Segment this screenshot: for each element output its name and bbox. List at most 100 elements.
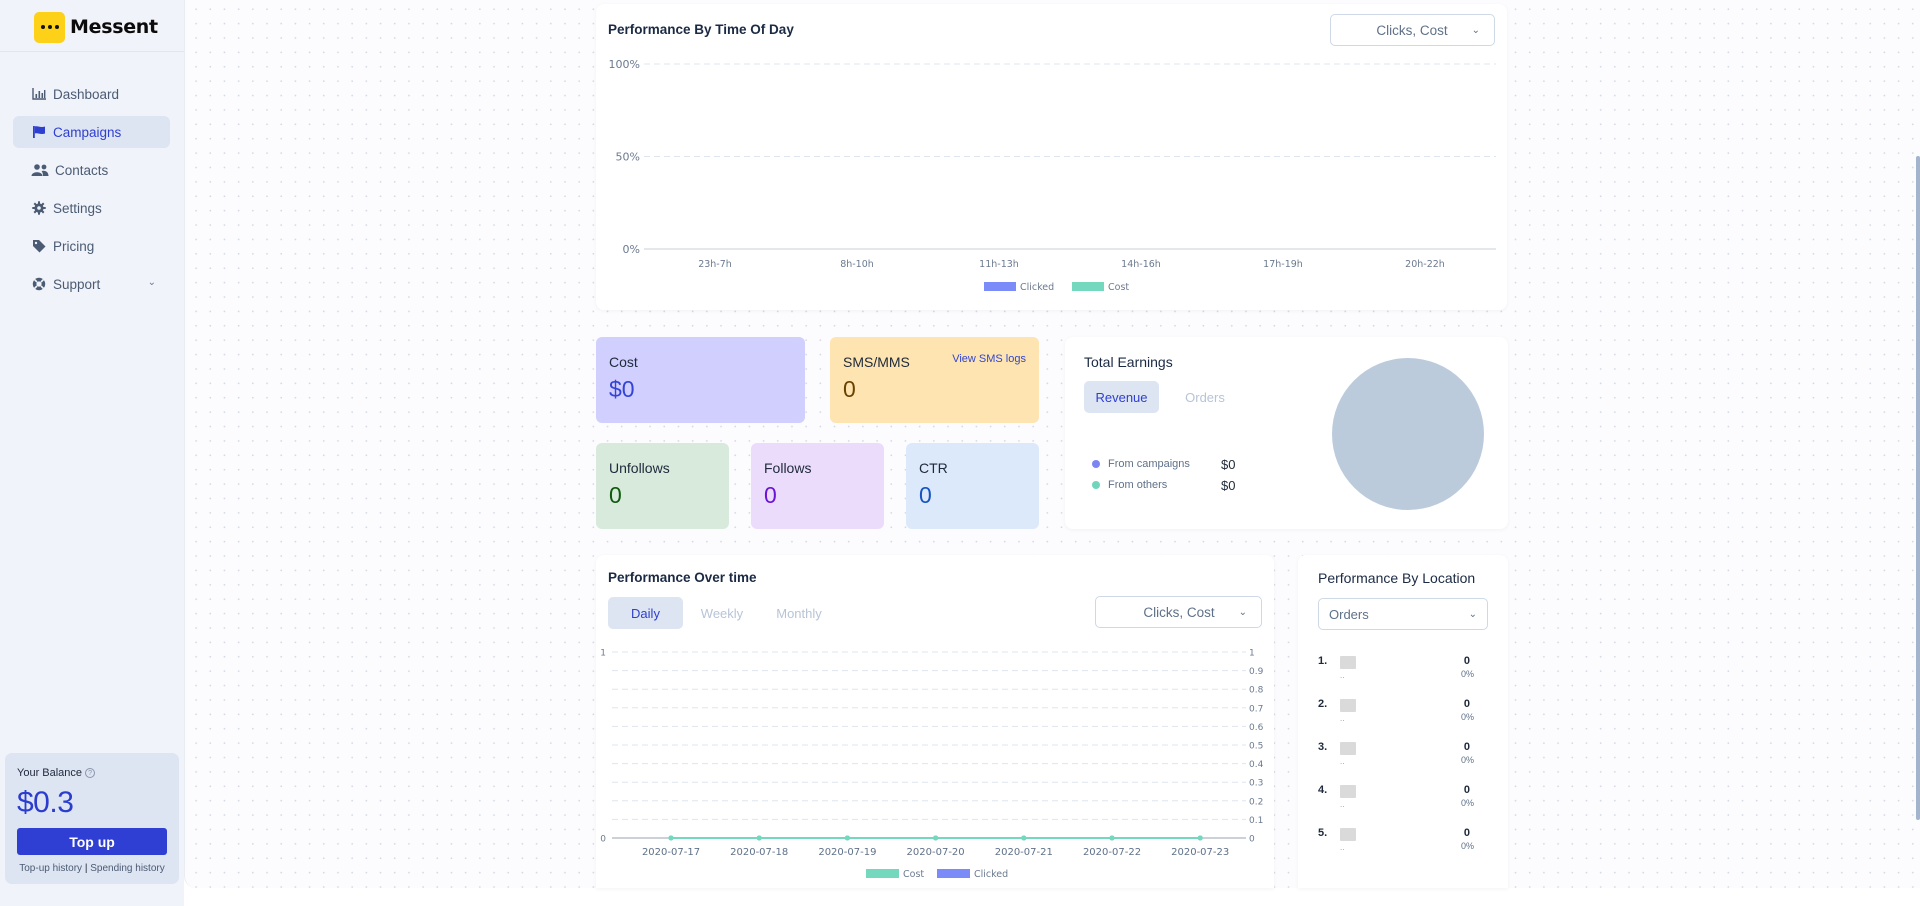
location-metric-select[interactable]: Orders ⌄	[1318, 598, 1488, 630]
legend-label: Cost	[1108, 282, 1129, 293]
data-point	[668, 835, 674, 841]
data-point	[1197, 835, 1203, 841]
ctr-value: 0	[919, 482, 932, 508]
top-up-button[interactable]: Top up	[17, 828, 167, 855]
card-title: Performance By Location	[1318, 570, 1476, 586]
time-of-day-card: Performance By Time Of Day Clicks, Cost …	[596, 4, 1507, 310]
scrollbar-thumb[interactable]	[1916, 156, 1920, 820]
chevron-down-icon: ⌄	[147, 277, 156, 288]
view-sms-logs-link[interactable]: View SMS logs	[952, 353, 1026, 365]
location-select-value: Orders	[1329, 606, 1369, 622]
location-row: 1... 0 0%	[1318, 655, 1478, 689]
location-value: 0	[1463, 698, 1470, 710]
location-value: 0	[1463, 741, 1470, 753]
logo[interactable]: Messent	[34, 11, 158, 43]
y-tick-label-right: 0	[1249, 835, 1255, 845]
x-tick-label: 2020-07-20	[907, 847, 965, 858]
legend-swatch	[1072, 282, 1104, 291]
balance-label: Your Balance	[17, 767, 83, 779]
tab-orders[interactable]: Orders	[1175, 381, 1235, 413]
location-rank: 4.	[1318, 784, 1328, 796]
balance-card: Your Balance ? $0.3 Top up Top-up histor…	[5, 753, 179, 884]
flag-icon	[1340, 742, 1356, 755]
legend-swatch	[937, 869, 970, 878]
sidebar-item-settings[interactable]: Settings	[13, 192, 170, 224]
y-tick-label-right: 0.3	[1249, 779, 1263, 789]
sidebar-item-contacts[interactable]: Contacts	[13, 154, 170, 186]
sms-value: 0	[843, 376, 856, 402]
link-separator: |	[84, 863, 88, 874]
sidebar-item-dashboard[interactable]: Dashboard	[13, 78, 170, 110]
y-tick-label-right: 0.7	[1249, 704, 1263, 714]
legend-value: $0	[1221, 456, 1236, 472]
sms-label: SMS/MMS	[843, 354, 910, 370]
y-tick-label-left: 0	[600, 835, 606, 845]
location-percent: 0%	[1460, 798, 1474, 808]
flag-icon	[31, 124, 47, 140]
follows-value: 0	[764, 482, 777, 508]
legend-label: From others	[1108, 479, 1168, 491]
sidebar-item-campaigns[interactable]: Campaigns	[13, 116, 170, 148]
ctr-tile: CTR 0	[906, 443, 1039, 529]
sidebar-item-label: Settings	[53, 200, 102, 216]
topup-history-link[interactable]: Top-up history	[19, 863, 82, 874]
x-tick-label: 2020-07-19	[818, 847, 876, 858]
y-tick-label-right: 0.4	[1249, 760, 1264, 770]
sms-tile: SMS/MMS View SMS logs 0	[830, 337, 1039, 423]
location-rank: 2.	[1318, 698, 1328, 710]
y-tick-label-left: 1	[600, 649, 606, 659]
sidebar-item-label: Dashboard	[53, 86, 120, 102]
legend-label: From campaigns	[1108, 458, 1190, 470]
app-name: Messent	[70, 16, 158, 38]
x-tick-label: 17h-19h	[1263, 259, 1303, 270]
sidebar-item-support[interactable]: Support ⌄	[13, 268, 170, 300]
data-point	[844, 835, 850, 841]
sidebar-item-label: Contacts	[55, 162, 109, 178]
over-time-card: Performance Over time Daily Weekly Month…	[596, 555, 1274, 888]
flag-icon	[1340, 656, 1356, 669]
earnings-pie-chart	[1332, 358, 1484, 510]
logo-icon	[34, 11, 65, 43]
follows-tile: Follows 0	[751, 443, 884, 529]
data-point	[933, 835, 939, 841]
time-of-day-chart: 0% 50% 100% 23h-7h 8h-10h 11h-13h 14h-16h 17h-1…	[609, 58, 1496, 293]
data-point	[1021, 835, 1027, 841]
unfollows-tile: Unfollows 0	[596, 443, 729, 529]
balance-value: $0.3	[17, 786, 74, 819]
card-title: Total Earnings	[1084, 354, 1173, 370]
sidebar-item-label: Pricing	[53, 238, 95, 254]
sidebar-item-pricing[interactable]: Pricing	[13, 230, 170, 262]
balance-label-row: Your Balance ?	[17, 767, 96, 779]
location-name: ..	[1340, 714, 1345, 723]
location-value: 0	[1463, 827, 1470, 839]
ctr-label: CTR	[919, 460, 948, 476]
legend-dot	[1092, 481, 1100, 489]
chevron-down-icon: ⌄	[1468, 608, 1477, 620]
location-rank: 3.	[1318, 741, 1328, 753]
sidebar: Messent Dashboard Campaigns Contacts Set…	[0, 0, 184, 906]
y-tick-label: 50%	[616, 151, 640, 164]
location-row: 4... 0 0%	[1318, 784, 1478, 818]
y-tick-label-right: 0.2	[1249, 797, 1263, 807]
location-row: 3... 0 0%	[1318, 741, 1478, 775]
cost-value: $0	[609, 376, 635, 402]
help-icon[interactable]: ?	[85, 768, 96, 778]
follows-label: Follows	[764, 460, 812, 476]
lifebuoy-icon	[31, 276, 47, 292]
legend-from-others: From others $0	[1092, 478, 1235, 493]
legend-label: Clicked	[1020, 282, 1054, 293]
legend-value: $0	[1221, 477, 1236, 493]
location-percent: 0%	[1460, 755, 1474, 765]
sidebar-item-label: Support	[53, 276, 101, 292]
spending-history-link[interactable]: Spending history	[90, 863, 165, 874]
unfollows-label: Unfollows	[609, 460, 670, 476]
flag-icon	[1340, 699, 1356, 712]
legend-from-campaigns: From campaigns $0	[1092, 457, 1235, 472]
location-value: 0	[1463, 784, 1470, 796]
tab-revenue[interactable]: Revenue	[1084, 381, 1159, 413]
location-rank: 1.	[1318, 655, 1328, 667]
bar-chart-icon	[31, 86, 47, 102]
sidebar-item-label: Campaigns	[53, 124, 122, 140]
balance-links: Top-up history | Spending history	[5, 863, 179, 874]
x-tick-label: 11h-13h	[979, 259, 1019, 270]
